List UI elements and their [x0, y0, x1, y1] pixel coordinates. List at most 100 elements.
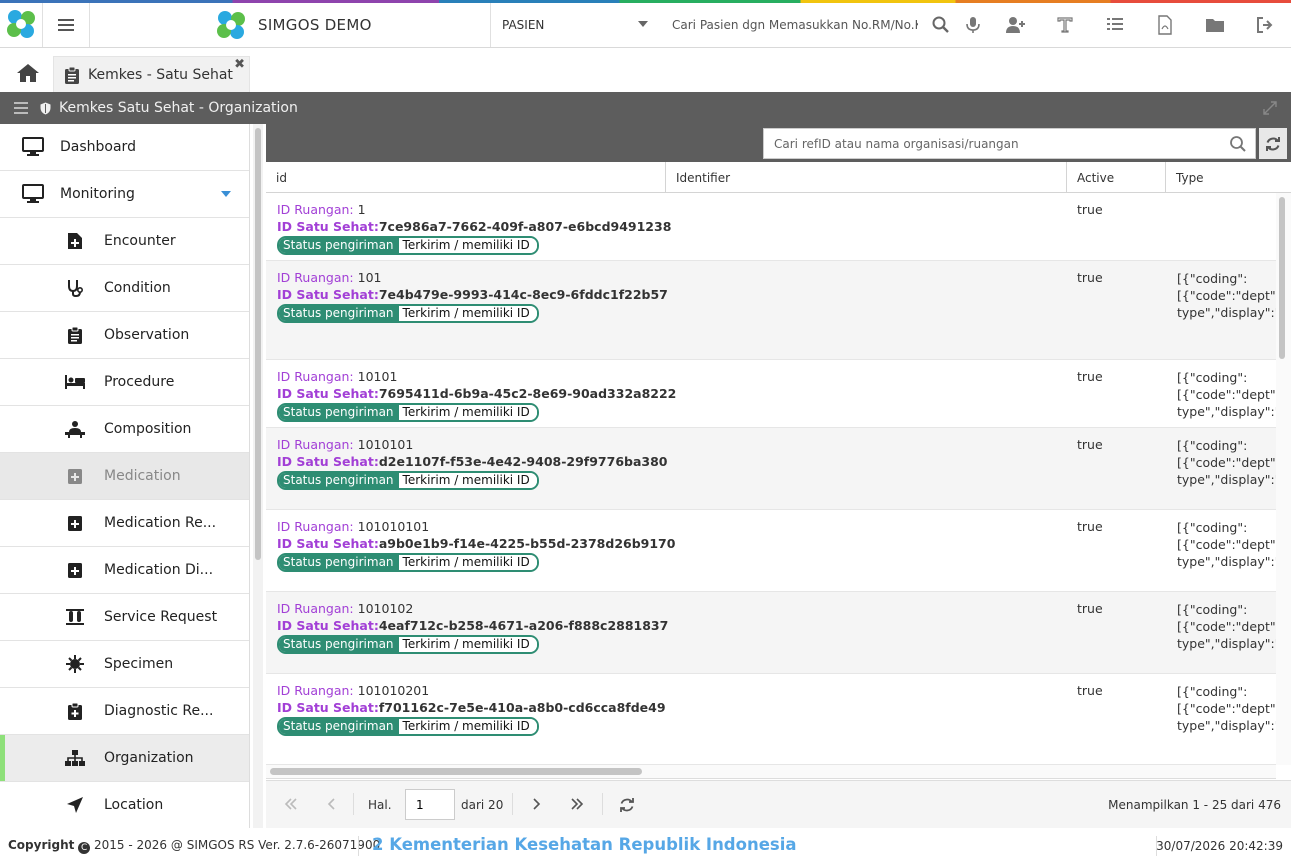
column-label: Active: [1077, 170, 1115, 185]
refresh-icon[interactable]: [619, 797, 635, 813]
active-cell: true: [1077, 369, 1103, 384]
status-value: Terkirim / memiliki ID: [398, 555, 537, 570]
sidebar-item-composition[interactable]: Composition: [0, 406, 249, 453]
sidebar-item-monitoring[interactable]: Monitoring: [0, 171, 249, 218]
list-icon[interactable]: [1105, 15, 1125, 35]
organization-search-box[interactable]: [763, 128, 1256, 159]
close-icon[interactable]: ✖: [234, 57, 245, 72]
main-menu-button[interactable]: [42, 3, 90, 47]
active-cell: true: [1077, 202, 1103, 217]
type-cell: [{"coding": [{"code":"dept"," type","displ…: [1177, 369, 1276, 420]
patient-type-dropdown[interactable]: PASIEN: [502, 3, 544, 47]
table-row[interactable]: ID Ruangan: 1 ID Satu Sehat:7ce986a7-766…: [266, 193, 1276, 261]
sidebar-item-diagnostic-report[interactable]: Diagnostic Re...: [0, 688, 249, 735]
table-row[interactable]: ID Ruangan: 101010201 ID Satu Sehat:f701…: [266, 674, 1276, 765]
patient-search-input[interactable]: Cari Pasien dgn Memasukkan No.RM/No.K: [672, 3, 918, 47]
sidebar-item-label: Dashboard: [60, 139, 136, 155]
satu-sehat-value: 7695411d-6b9a-45c2-8e69-90ad332a8222: [378, 386, 677, 401]
refresh-button[interactable]: [1259, 128, 1287, 159]
main-content: id Identifier Active Type ID Ruangan: 1 …: [266, 124, 1291, 828]
status-label: Status pengiriman: [279, 555, 399, 570]
simgos-logo-icon[interactable]: [4, 7, 38, 41]
scrollbar-thumb[interactable]: [1279, 197, 1285, 359]
type-line: [{"coding":: [1177, 520, 1248, 535]
sidebar-item-medication-request[interactable]: Medication Re...: [0, 500, 249, 547]
table-row[interactable]: ID Ruangan: 1010102 ID Satu Sehat:4eaf71…: [266, 592, 1276, 674]
sidebar-item-procedure[interactable]: Procedure: [0, 359, 249, 406]
sidebar-item-observation[interactable]: Observation: [0, 312, 249, 359]
type-line: [{"coding":: [1177, 370, 1248, 385]
chevron-down-icon[interactable]: [221, 191, 231, 197]
sidebar-item-specimen[interactable]: Specimen: [0, 641, 249, 688]
search-icon[interactable]: [931, 15, 951, 35]
type-line: type","display":": [1177, 404, 1276, 419]
ministry-marquee: 2 Kementerian Kesehatan Republik Indones…: [372, 835, 797, 854]
brand: SIMGOS DEMO: [214, 8, 372, 42]
table-row[interactable]: ID Ruangan: 101010101 ID Satu Sehat:a9b0…: [266, 510, 1276, 592]
sidebar-item-condition[interactable]: Condition: [0, 265, 249, 312]
sidebar-item-service-request[interactable]: Service Request: [0, 594, 249, 641]
page-number-input[interactable]: [405, 789, 455, 820]
tab-kemkes-satu-sehat[interactable]: Kemkes - Satu Sehat ✖: [53, 56, 250, 92]
id-cell: ID Ruangan: 101 ID Satu Sehat:7e4b479e-9…: [277, 269, 668, 323]
next-page-icon[interactable]: [532, 797, 542, 811]
simgos-logo-icon: [217, 11, 245, 39]
grid-toolbar: [266, 124, 1291, 162]
table-row[interactable]: ID Ruangan: 10101 ID Satu Sehat:7695411d…: [266, 360, 1276, 428]
scrollbar-thumb[interactable]: [255, 128, 261, 560]
scrollbar-thumb[interactable]: [270, 768, 642, 775]
sidebar-item-location[interactable]: Location: [0, 782, 249, 828]
column-header-id[interactable]: id: [266, 162, 666, 193]
home-icon[interactable]: [16, 63, 40, 83]
active-cell: true: [1077, 437, 1103, 452]
virus-icon: [64, 653, 86, 675]
sidebar-item-label: Medication Di...: [104, 562, 214, 578]
clipboard-icon: [65, 66, 79, 84]
sidebar-item-organization[interactable]: Organization: [0, 735, 249, 782]
status-label: Status pengiriman: [279, 719, 399, 734]
column-header-identifier[interactable]: Identifier: [666, 162, 1067, 193]
copyright: Copyright C 2015 - 2026 @ SIMGOS RS Ver.…: [8, 838, 380, 854]
text-icon[interactable]: [1055, 15, 1075, 35]
hamburger-icon[interactable]: [14, 102, 28, 114]
bed-icon: [64, 371, 86, 393]
divider: [512, 793, 513, 815]
expand-icon[interactable]: [1263, 101, 1277, 115]
search-icon[interactable]: [1229, 135, 1247, 153]
folder-icon[interactable]: [1205, 15, 1225, 35]
sidebar-item-label: Condition: [104, 280, 171, 296]
stethoscope-icon: [64, 277, 86, 299]
table-row[interactable]: ID Ruangan: 101 ID Satu Sehat:7e4b479e-9…: [266, 261, 1276, 360]
pdf-file-icon[interactable]: [1155, 15, 1175, 35]
sidebar-item-medication[interactable]: Medication: [0, 453, 249, 500]
footer: Copyright C 2015 - 2026 @ SIMGOS RS Ver.…: [0, 828, 1291, 862]
type-cell: [{"coding": [{"code":"dept"," type","displ…: [1177, 270, 1276, 321]
table-horizontal-scrollbar[interactable]: [266, 765, 1276, 779]
organization-search-input[interactable]: [774, 136, 1214, 151]
satu-sehat-value: 4eaf712c-b258-4671-a206-f888c2881837: [378, 618, 669, 633]
sidebar-item-label: Medication: [104, 468, 181, 484]
sidebar-item-encounter[interactable]: Encounter: [0, 218, 249, 265]
add-user-icon[interactable]: [1005, 15, 1025, 35]
status-badge: Status pengiriman Terkirim / memiliki ID: [277, 717, 539, 736]
table-header: id Identifier Active Type: [266, 162, 1291, 193]
column-header-active[interactable]: Active: [1067, 162, 1166, 193]
file-plus-icon: [64, 230, 86, 252]
first-page-icon[interactable]: [284, 797, 298, 811]
column-header-type[interactable]: Type: [1166, 162, 1291, 193]
divider: [353, 793, 354, 815]
logout-icon[interactable]: [1255, 15, 1275, 35]
sidebar-item-label: Service Request: [104, 609, 218, 625]
sidebar-item-dashboard[interactable]: Dashboard: [0, 124, 249, 171]
sidebar-scrollbar[interactable]: [253, 124, 263, 828]
microphone-icon[interactable]: [963, 15, 983, 35]
previous-page-icon[interactable]: [326, 797, 336, 811]
last-page-icon[interactable]: [570, 797, 584, 811]
table-vertical-scrollbar[interactable]: [1276, 193, 1291, 765]
sidebar-item-medication-dispense[interactable]: Medication Di...: [0, 547, 249, 594]
satu-sehat-label: ID Satu Sehat:: [277, 219, 379, 234]
chevron-down-icon[interactable]: [638, 21, 648, 27]
sidebar-item-label: Composition: [104, 421, 192, 437]
type-line: [{"code":"dept",": [1177, 619, 1276, 634]
table-row[interactable]: ID Ruangan: 1010101 ID Satu Sehat:d2e110…: [266, 428, 1276, 510]
